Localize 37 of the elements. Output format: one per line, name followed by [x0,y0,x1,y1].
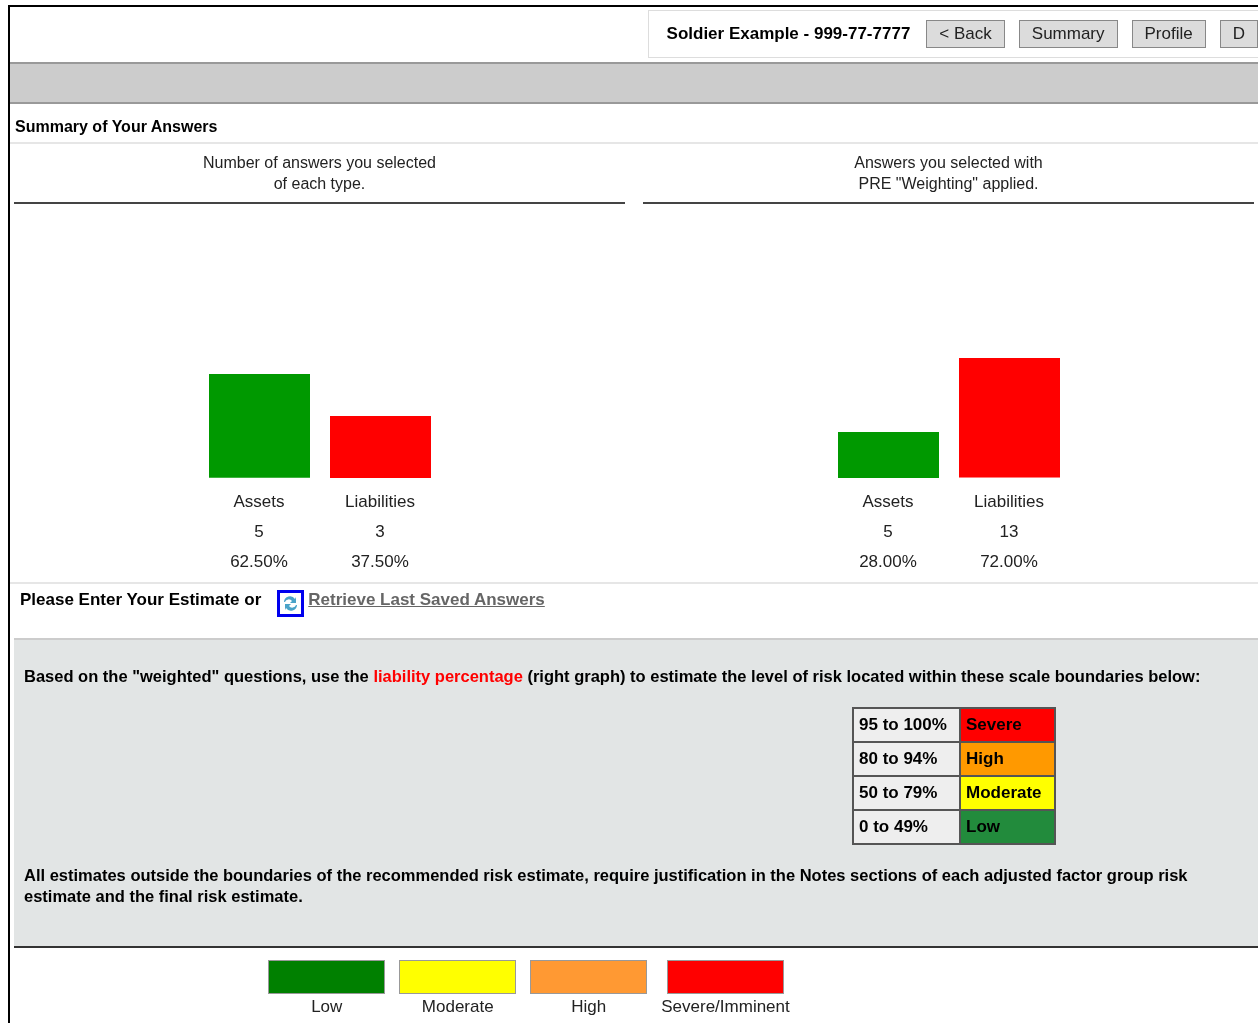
estimate-label: Please Enter Your Estimate or [20,590,262,610]
value-label: 37.50% [351,552,409,572]
nav-button[interactable]: < Back [926,20,1005,48]
nav-button[interactable]: Summary [1018,20,1118,48]
table-cell: 80 to 94% [853,742,960,776]
value-label: 72.00% [980,552,1038,572]
table-cell: Low [960,810,1055,844]
chart-caption: Answers you selected with PRE "Weighting" applied. [643,144,1254,204]
table-cell: High [960,742,1055,776]
count-label: 13 [999,522,1019,542]
table-cell: 0 to 49% [853,810,960,844]
category-label: Assets [862,492,914,512]
legend-label: High [571,997,607,1017]
category-label: Liabilities [974,492,1044,512]
note-text: All estimates outside the boundaries of the recommended risk estimate, require justification in the Notes sections of each adjusted factor group risk estimate and the final risk estimate. [24,865,1189,907]
table-cell: Moderate [960,776,1055,810]
refresh-icon[interactable] [277,590,305,617]
table-cell: Severe [960,708,1055,742]
count-label: 3 [375,522,385,542]
nav-button[interactable]: D [1219,20,1258,48]
count-label: 5 [883,522,893,542]
table-cell: 50 to 79% [853,776,960,810]
legend-label: Moderate [421,997,494,1017]
value-label: 28.00% [859,552,917,572]
page-title: Soldier Example - 999-77-7777 [666,24,911,44]
nav-button[interactable]: Profile [1131,20,1206,48]
count-label: 5 [254,522,264,542]
section-title: Summary of Your Answers [10,104,1258,144]
value-label: 62.50% [230,552,288,572]
chart-caption: Number of answers you selected of each type. [14,144,625,204]
legend-label: Low [311,997,343,1017]
category-label: Assets [233,492,285,512]
category-label: Liabilities [345,492,415,512]
instructions-text: Based on the "weighted" questions, use the liability percentage (right graph) to estimate the level of risk located within these scale boundaries below: [24,666,1202,687]
table-cell: 95 to 100% [853,708,960,742]
legend-label: Severe/Imminent [661,997,790,1017]
retrieve-link[interactable]: Retrieve Last Saved Answers [308,590,545,610]
